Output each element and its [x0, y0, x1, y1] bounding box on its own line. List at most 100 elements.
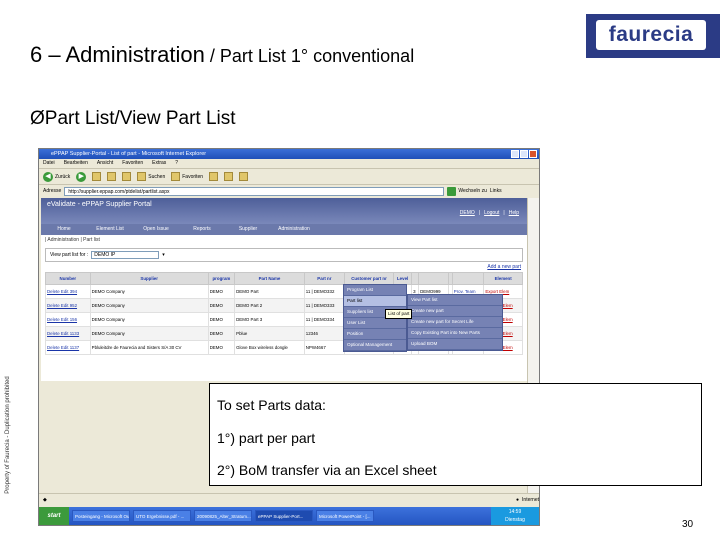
admin-menu-item[interactable]: Program List: [344, 285, 406, 296]
admin-menu-item[interactable]: Part list: [344, 296, 406, 307]
table-cell[interactable]: Delete Edit 394: [45, 284, 91, 299]
maximize-icon[interactable]: [520, 150, 528, 158]
col-header[interactable]: Element: [483, 272, 523, 285]
close-icon[interactable]: [529, 150, 537, 158]
view-label: View part list for :: [50, 252, 89, 258]
menu-item[interactable]: Extras: [152, 159, 166, 168]
menu-item[interactable]: ?: [175, 159, 178, 168]
table-cell[interactable]: Delete Edit 1137: [45, 340, 91, 355]
favorites-button[interactable]: Favoriten: [171, 172, 203, 181]
col-header[interactable]: Number: [45, 272, 91, 285]
address-input[interactable]: http://supplier.eppap.com/ptdelist/partl…: [64, 186, 445, 196]
weekday: Dienstag: [505, 517, 525, 523]
submenu-item[interactable]: Copy Existing Part into New Parts: [408, 328, 502, 339]
table-cell: DEMO: [207, 312, 236, 327]
header-link-help[interactable]: Help: [509, 210, 519, 216]
system-tray: 14:59 Dienstag: [491, 507, 539, 525]
home-icon[interactable]: [122, 172, 132, 181]
nav-supplier[interactable]: Supplier: [225, 224, 271, 235]
chevron-down-icon[interactable]: ▾: [162, 252, 165, 258]
mail-icon[interactable]: [224, 172, 234, 181]
minimize-icon[interactable]: [511, 150, 519, 158]
search-button[interactable]: Suchen: [137, 172, 165, 181]
col-header[interactable]: Level: [393, 272, 413, 285]
menu-item[interactable]: Favoriten: [122, 159, 143, 168]
nav-reports[interactable]: Reports: [179, 224, 225, 235]
table-cell: 11 | DEMO332: [303, 284, 345, 299]
print-icon[interactable]: [239, 172, 249, 181]
portal-header: eValidate - ePPAP Supplier Portal DEMO | …: [41, 198, 527, 224]
refresh-icon[interactable]: [107, 172, 117, 181]
callout-line: 1°) part per part: [217, 430, 316, 446]
col-header: [418, 272, 449, 285]
search-icon: [137, 172, 147, 181]
taskbar-item[interactable]: Posteingang - Microsoft Outlook: [72, 510, 130, 522]
stop-icon[interactable]: [92, 172, 102, 181]
table-cell: DEMO: [207, 298, 236, 313]
nav-open-issue[interactable]: Open Issue: [133, 224, 179, 235]
add-part-link[interactable]: Add a new part: [487, 264, 521, 270]
admin-menu-item[interactable]: User List: [344, 318, 406, 329]
part-submenu: View Part list Create new part Create ne…: [407, 294, 503, 351]
links-label[interactable]: Links: [490, 188, 502, 194]
col-header[interactable]: Supplier: [89, 272, 209, 285]
faurecia-logo: faurecia: [596, 20, 706, 50]
callout-line: 2°) BoM transfer via an Excel sheet: [217, 462, 437, 478]
submenu-item[interactable]: Create new part for Secret Life: [408, 317, 502, 328]
page-done-icon: ◆: [43, 496, 47, 503]
taskbar-item[interactable]: 20090825_Alter_Stratum...: [194, 510, 252, 522]
start-button[interactable]: start: [39, 507, 69, 525]
browser-toolbar: ◀ Zurück ▶ Suchen Favoriten: [39, 168, 539, 185]
globe-icon: ●: [516, 496, 520, 503]
page-number: 30: [682, 519, 694, 530]
taskbar-item-active[interactable]: ePPAP Supplier-Port...: [255, 510, 313, 522]
status-bar: ◆ ● Internet: [39, 493, 539, 505]
browser-menu-bar: Datei Bearbeiten Ansicht Favoriten Extra…: [39, 159, 539, 168]
table-cell: 12346: [303, 326, 345, 341]
table-cell[interactable]: Delete Edit 952: [45, 298, 91, 313]
nav-element-list[interactable]: Element List: [87, 224, 133, 235]
admin-menu-item[interactable]: Position: [344, 329, 406, 340]
go-button[interactable]: Wechseln zu: [447, 186, 487, 196]
go-arrow-icon: [447, 186, 457, 196]
back-button[interactable]: ◀ Zurück: [43, 171, 70, 182]
portal-nav: Home Element List Open Issue Reports Sup…: [41, 224, 527, 235]
col-header[interactable]: program: [207, 272, 236, 285]
submenu-item[interactable]: Upload BOM: [408, 339, 502, 350]
view-select[interactable]: DEMO IP: [91, 251, 160, 259]
forward-arrow-icon: ▶: [76, 171, 87, 182]
slide-title: 6 – Administration / Part List 1° conven…: [30, 42, 414, 68]
nav-home[interactable]: Home: [41, 224, 87, 235]
back-arrow-icon: ◀: [43, 171, 53, 182]
nav-administration[interactable]: Administration: [271, 224, 317, 235]
admin-menu-item[interactable]: Optional Management: [344, 340, 406, 351]
table-cell: Glove Box wireless dongle: [234, 340, 305, 355]
col-header[interactable]: Part Name: [234, 272, 305, 285]
table-cell[interactable]: Delete Edit 156: [45, 312, 91, 327]
header-link-user[interactable]: DEMO: [460, 210, 475, 216]
taskbar-item[interactable]: Microsoft PowerPoint - [...: [316, 510, 374, 522]
table-cell: DEMO Company: [89, 312, 209, 327]
col-header[interactable]: Customer part nr: [343, 272, 395, 285]
info-callout: To set Parts data: 1°) part per part 2°)…: [209, 383, 702, 486]
submenu-item[interactable]: View Part list: [408, 295, 502, 306]
table-cell: DEMO Part 2: [234, 298, 305, 313]
header-link-logout[interactable]: Logout: [484, 210, 499, 216]
table-cell: DEMO Company: [89, 284, 209, 299]
menu-item[interactable]: Bearbeiten: [64, 159, 88, 168]
table-cell: Pbluleitdre de Faurecia and Sisters S/A …: [89, 340, 209, 355]
menu-item[interactable]: Datei: [43, 159, 55, 168]
table-cell: DEMO: [207, 326, 236, 341]
menu-item[interactable]: Ansicht: [97, 159, 113, 168]
address-bar: Adresse http://supplier.eppap.com/ptdeli…: [39, 185, 539, 197]
taskbar-item[interactable]: UTO Ergebnisse.pdf - ...: [133, 510, 191, 522]
forward-button[interactable]: ▶: [76, 171, 87, 182]
submenu-item[interactable]: Create new part: [408, 306, 502, 317]
slide-title-main: 6 – Administration: [30, 42, 205, 67]
history-icon[interactable]: [209, 172, 219, 181]
table-cell[interactable]: Delete Edit 1133: [45, 326, 91, 341]
col-header[interactable]: Part nr: [303, 272, 345, 285]
table-cell: DEMO Part: [234, 284, 305, 299]
browser-title-bar: ePPAP Supplier-Portal - List of part - M…: [39, 149, 539, 159]
callout-line: To set Parts data:: [217, 397, 326, 413]
